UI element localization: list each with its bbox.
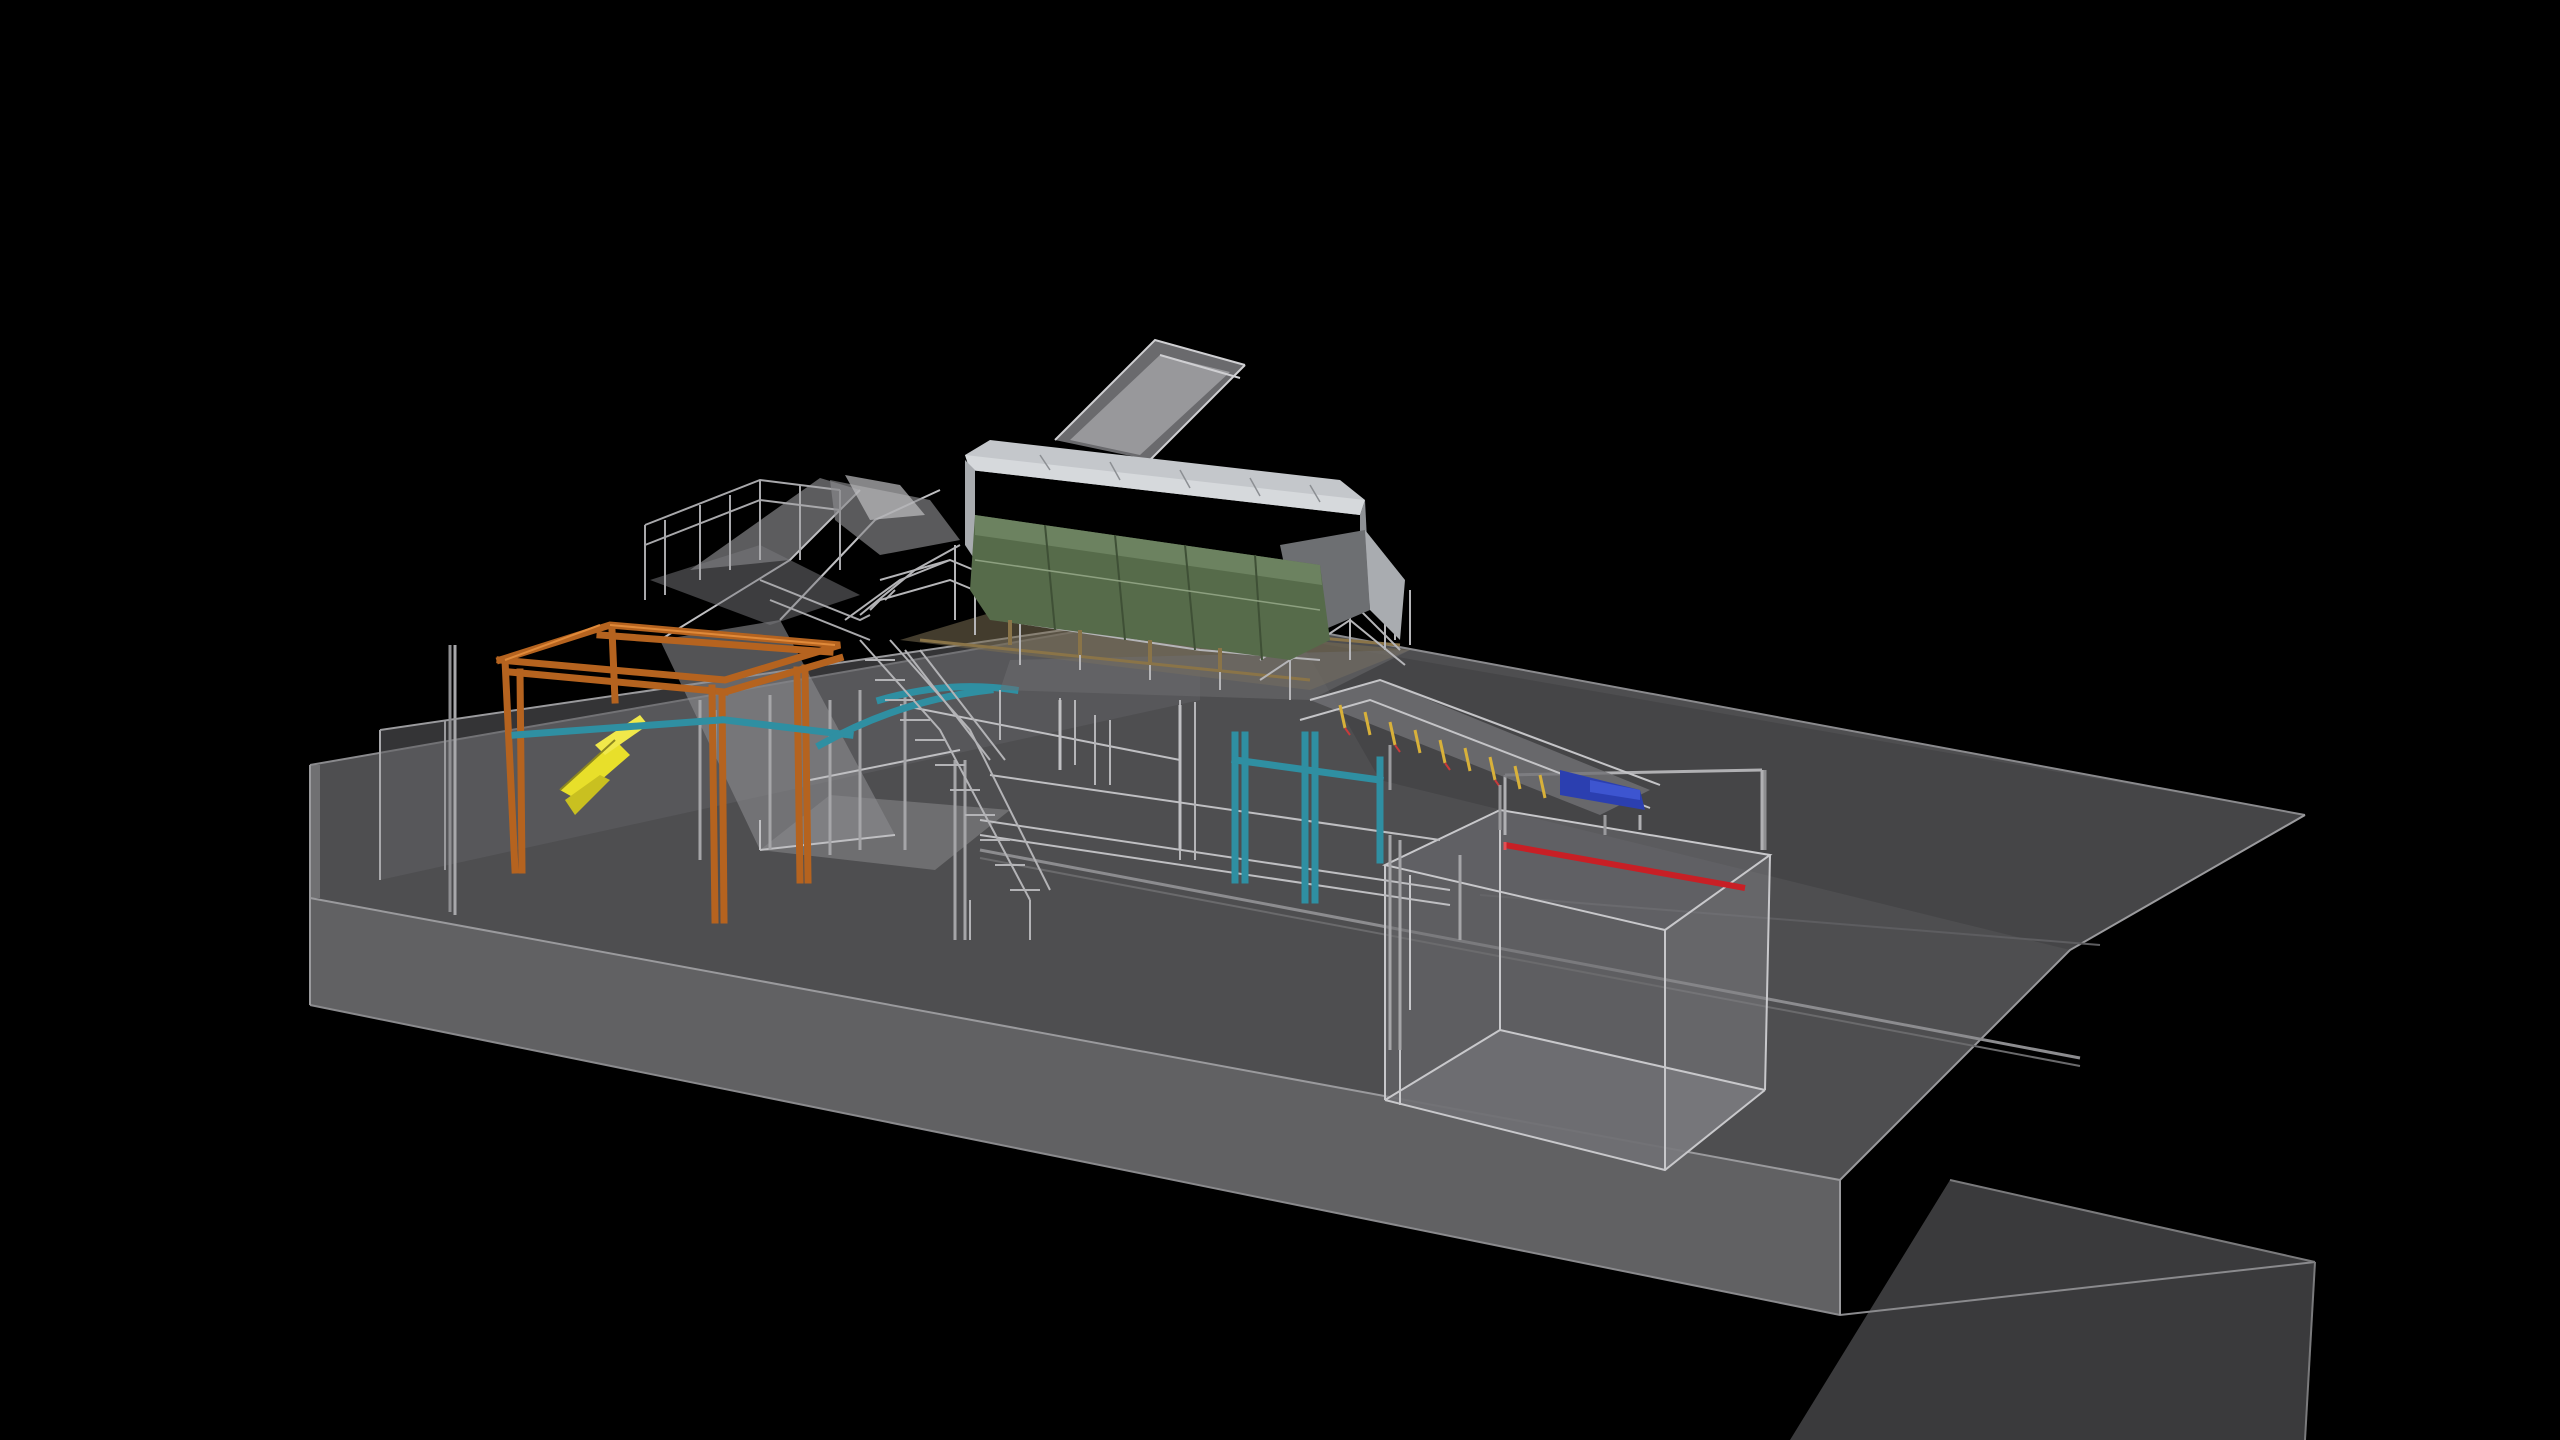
cad-3d-viewport[interactable]	[0, 0, 2560, 1440]
